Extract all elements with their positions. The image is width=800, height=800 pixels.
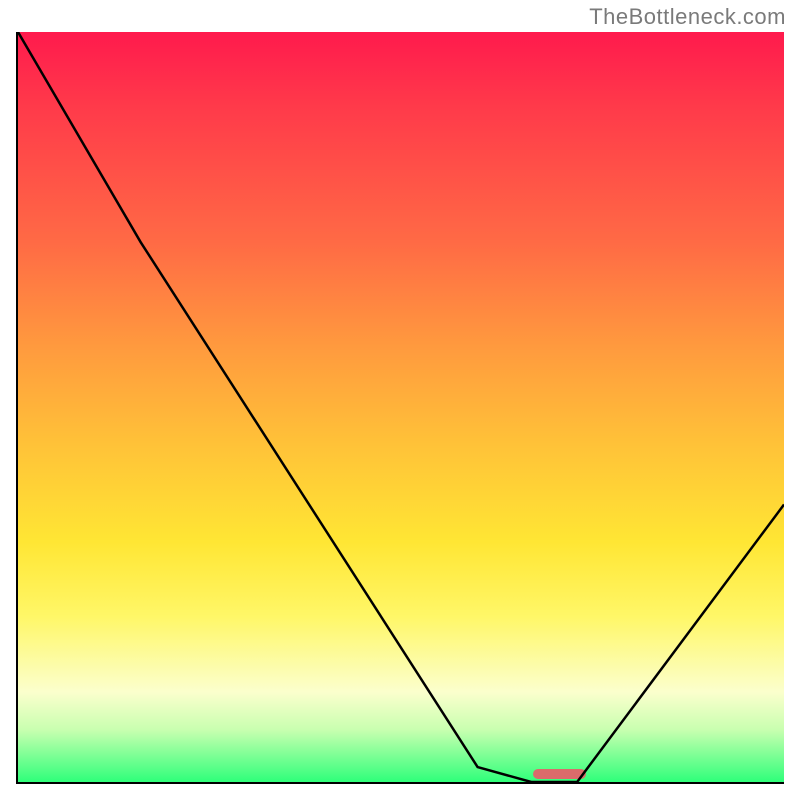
bottleneck-curve bbox=[18, 32, 784, 782]
watermark-text: TheBottleneck.com bbox=[589, 4, 786, 30]
plot-area bbox=[16, 32, 784, 784]
bottleneck-chart: TheBottleneck.com bbox=[0, 0, 800, 800]
